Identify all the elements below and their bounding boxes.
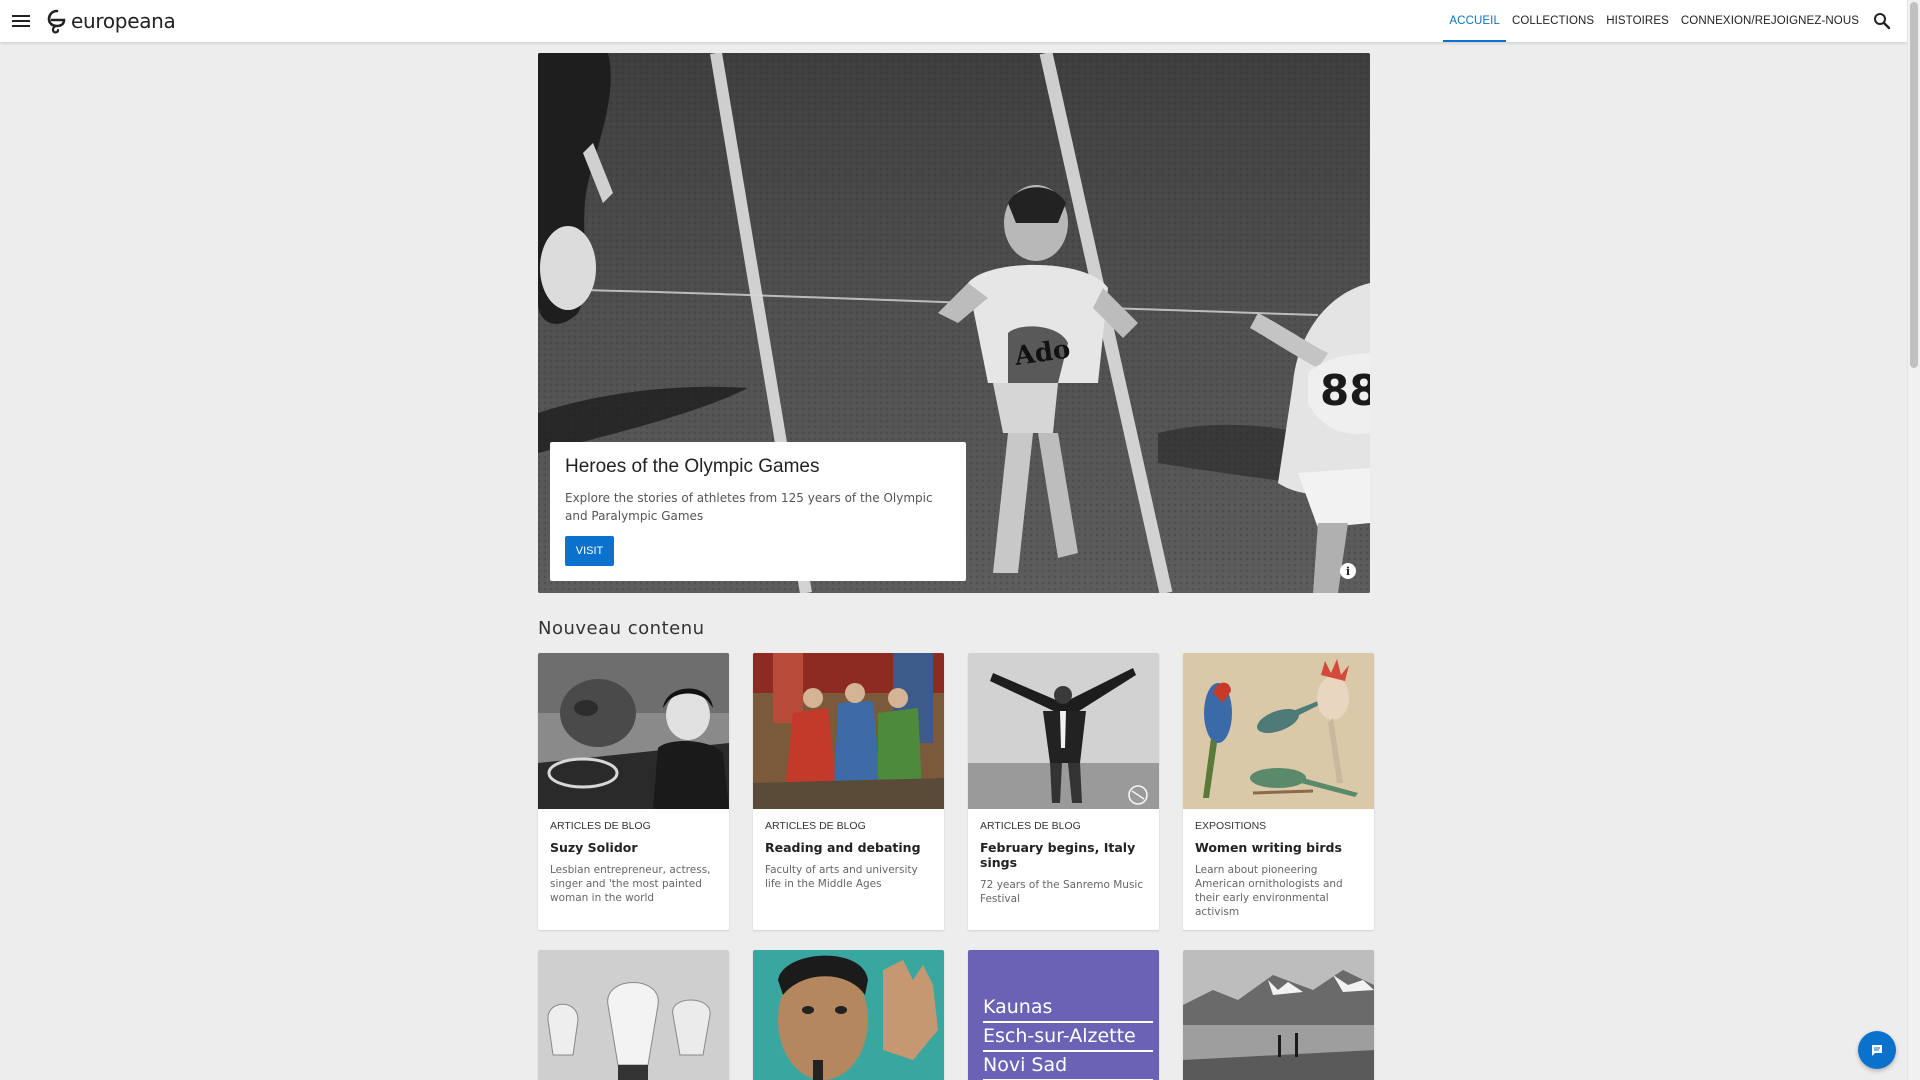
capital-kaunas: Kaunas <box>983 994 1153 1023</box>
content-card-capitals-of-culture[interactable]: Kaunas Esch-sur-Alzette Novi Sad <box>968 950 1159 1080</box>
mountain-lake-photo <box>1183 950 1374 1080</box>
card-description: Faculty of arts and university life in t… <box>765 864 918 890</box>
chat-icon <box>1872 1045 1882 1056</box>
europeana-logo[interactable]: europeana <box>46 8 176 34</box>
card-title: Reading and debating <box>765 840 921 855</box>
nav-item-login[interactable]: CONNEXION/REJOIGNEZ-NOUS <box>1675 0 1865 42</box>
card-type: ARTICLES DE BLOG <box>550 820 651 832</box>
page-scrollbar[interactable] <box>1907 0 1920 1080</box>
reading-debating-painting <box>753 653 944 809</box>
card-type: ARTICLES DE BLOG <box>765 820 866 832</box>
card-title: Women writing birds <box>1195 840 1342 855</box>
card-type: EXPOSITIONS <box>1195 820 1267 832</box>
nav-item-histoires[interactable]: HISTOIRES <box>1600 0 1675 42</box>
capital-novi-sad: Novi Sad <box>983 1052 1153 1080</box>
top-header: europeana ACCUEIL COLLECTIONS HISTOIRES … <box>0 0 1907 42</box>
hero-banner[interactable]: 889 Ado i Heroes of the Olympic Games Ex… <box>538 53 1370 593</box>
content-card-women-writing-birds[interactable]: EXPOSITIONS Women writing birds Learn ab… <box>1183 653 1374 930</box>
birds-illustration <box>1183 653 1374 809</box>
suzy-solidor-photo <box>538 653 729 809</box>
content-card-sanremo[interactable]: ARTICLES DE BLOG February begins, Italy … <box>968 653 1159 930</box>
content-card-trophies[interactable] <box>538 950 729 1080</box>
search-icon[interactable] <box>1873 12 1891 30</box>
card-title: February begins, Italy sings <box>980 840 1136 870</box>
card-type: ARTICLES DE BLOG <box>980 820 1081 832</box>
europeana-logo-icon <box>47 9 66 34</box>
nav-item-accueil[interactable]: ACCUEIL <box>1443 0 1506 42</box>
content-card-mountain-lake[interactable] <box>1183 950 1374 1080</box>
section-title: Nouveau contenu <box>538 618 705 639</box>
content-card-suzy-solidor[interactable]: ARTICLES DE BLOG Suzy Solidor Lesbian en… <box>538 653 729 930</box>
hero-description: Explore the stories of athletes from 125… <box>565 491 933 523</box>
brand-name: europeana <box>71 9 176 33</box>
capitals-text-block: Kaunas Esch-sur-Alzette Novi Sad <box>968 950 1159 1080</box>
sanremo-singer-photo <box>968 653 1159 809</box>
bib-889: 889 <box>1320 366 1370 415</box>
capital-esch: Esch-sur-Alzette <box>983 1023 1153 1052</box>
content-card-portrait[interactable] <box>753 950 944 1080</box>
trophies-photo <box>538 950 729 1080</box>
hero-title: Heroes of the Olympic Games <box>565 456 820 477</box>
card-description: Learn about pioneering American ornithol… <box>1195 864 1343 918</box>
card-description: Lesbian entrepreneur, actress, singer an… <box>550 864 711 904</box>
man-portrait-photo <box>753 950 944 1080</box>
hamburger-menu-icon[interactable] <box>12 12 30 30</box>
card-description: 72 years of the Sanremo Music Festival <box>980 879 1144 905</box>
card-title: Suzy Solidor <box>550 840 638 855</box>
main-nav: ACCUEIL COLLECTIONS HISTOIRES CONNEXION/… <box>1443 0 1865 42</box>
info-icon[interactable]: i <box>1340 563 1356 579</box>
content-card-reading-debating[interactable]: ARTICLES DE BLOG Reading and debating Fa… <box>753 653 944 930</box>
feedback-chat-button[interactable] <box>1858 1031 1896 1069</box>
scrollbar-thumb[interactable] <box>1910 2 1918 368</box>
nav-item-collections[interactable]: COLLECTIONS <box>1506 0 1600 42</box>
visit-button[interactable]: VISIT <box>565 536 614 566</box>
hero-card: Heroes of the Olympic Games Explore the … <box>550 442 966 581</box>
